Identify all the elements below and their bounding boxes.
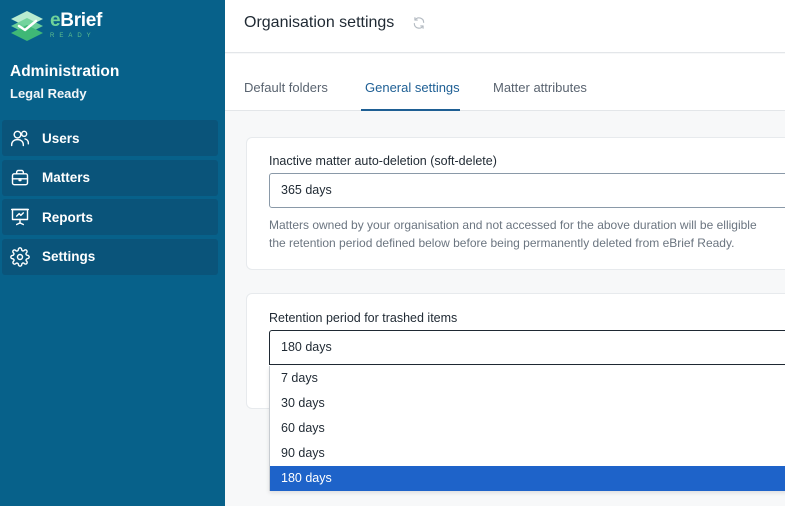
logo-wordmark: eBrief READY: [50, 10, 102, 40]
retention-label: Retention period for trashed items: [269, 311, 458, 325]
sidebar-item-label: Settings: [42, 249, 96, 264]
auto-deletion-select[interactable]: 365 days: [269, 173, 785, 208]
sidebar-item-reports[interactable]: Reports: [2, 199, 218, 235]
auto-deletion-card: Inactive matter auto-deletion (soft-dele…: [246, 137, 785, 270]
page-title: Organisation settings: [244, 14, 395, 31]
ebrief-logo-icon: [11, 11, 43, 41]
settings-tabs: Default folders General settings Matter …: [225, 54, 785, 111]
org-title: Administration: [10, 63, 120, 80]
dropdown-option[interactable]: 90 days: [270, 441, 785, 466]
gear-icon: [10, 246, 30, 267]
sidebar: eBrief READY Administration Legal Ready …: [0, 0, 225, 506]
refresh-icon[interactable]: [412, 16, 426, 30]
dropdown-option[interactable]: 7 days: [270, 366, 785, 391]
page-header: Organisation settings: [225, 0, 785, 53]
presentation-chart-icon: [10, 208, 30, 226]
tab-matter-attributes[interactable]: Matter attributes: [493, 80, 587, 95]
org-subtitle: Legal Ready: [10, 86, 87, 101]
help-line: Matters owned by your organisation and n…: [269, 218, 757, 232]
auto-deletion-label: Inactive matter auto-deletion (soft-dele…: [269, 154, 497, 168]
logo-e: e: [50, 10, 61, 31]
app-logo[interactable]: eBrief READY: [9, 9, 102, 43]
retention-dropdown: 7 days 30 days 60 days 90 days 180 days: [269, 366, 785, 491]
retention-select[interactable]: 180 days: [269, 330, 785, 365]
sidebar-nav: Users Matters Reports Settings: [2, 120, 218, 278]
logo-brief: Brief: [60, 10, 103, 31]
auto-deletion-help: Matters owned by your organisation and n…: [269, 216, 785, 252]
sidebar-item-matters[interactable]: Matters: [2, 159, 218, 196]
sidebar-item-label: Matters: [42, 170, 91, 185]
tab-general-settings[interactable]: General settings: [365, 80, 460, 95]
dropdown-option[interactable]: 60 days: [270, 416, 785, 441]
sidebar-item-label: Reports: [42, 209, 94, 225]
sidebar-item-settings[interactable]: Settings: [2, 238, 218, 275]
briefcase-icon: [11, 169, 29, 185]
users-icon: [10, 130, 30, 147]
logo-sub: READY: [50, 33, 96, 39]
tab-default-folders[interactable]: Default folders: [244, 80, 328, 95]
sidebar-item-label: Users: [42, 130, 80, 146]
dropdown-option[interactable]: 30 days: [270, 391, 785, 416]
help-line: the retention period defined below befor…: [269, 236, 735, 250]
active-tab-indicator: [361, 109, 460, 111]
dropdown-option-selected[interactable]: 180 days: [270, 466, 785, 491]
sidebar-item-users[interactable]: Users: [2, 120, 218, 156]
